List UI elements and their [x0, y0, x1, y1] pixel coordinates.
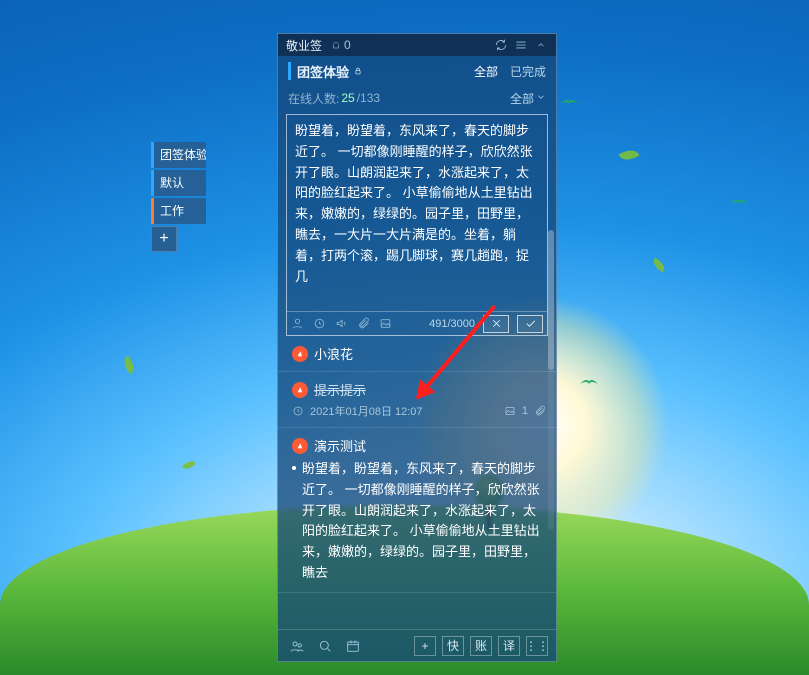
tab-label: 团签体验: [297, 62, 349, 81]
stats-row: 在线人数: 25 / 133 全部: [278, 86, 556, 110]
note-title: 演示测试: [314, 436, 366, 455]
chevron-down-icon: [536, 91, 546, 105]
note-editor: 盼望着，盼望着，东风来了，春天的脚步近了。 一切都像刚睡醒的样子，欣欣然张开了眼…: [286, 114, 548, 336]
attachment-icon[interactable]: [357, 317, 371, 331]
side-tab-team[interactable]: 团签体验: [151, 142, 206, 168]
note-time: 2021年01月08日 12:07: [310, 403, 423, 419]
scope-dropdown[interactable]: 全部: [510, 90, 546, 107]
content-scroll: 盼望着，盼望着，东风来了，春天的脚步近了。 一切都像刚睡醒的样子，欣欣然张开了眼…: [278, 110, 556, 629]
sync-icon[interactable]: [494, 38, 508, 52]
editor-toolbar: 491/3000: [287, 311, 547, 335]
translate-button[interactable]: 译: [498, 636, 520, 656]
footer-toolbar: + 快 账 译 ⋮⋮: [278, 629, 556, 661]
note-meta: 2021年01月08日 12:07 1: [292, 403, 546, 419]
online-label: 在线人数:: [288, 90, 339, 107]
bell-count: 0: [344, 38, 351, 52]
more-button[interactable]: ⋮⋮: [526, 636, 548, 656]
note-item[interactable]: 演示测试 盼望着，盼望着，东风来了，春天的脚步近了。 一切都像刚睡醒的样子，欣欣…: [278, 428, 556, 593]
tab-team-sign[interactable]: 团签体验: [288, 62, 363, 80]
tabs-row: 团签体验 全部 已完成: [278, 56, 556, 86]
bell-icon: [330, 39, 342, 51]
reminder-icon[interactable]: [313, 317, 327, 331]
leaf-icon: [619, 147, 640, 164]
note-body-text: 盼望着，盼望着，东风来了，春天的脚步近了。 一切都像刚睡醒的样子，欣欣然张开了眼…: [302, 461, 540, 580]
author-avatar: [292, 382, 308, 398]
total-count: 133: [360, 91, 380, 105]
note-title: 小浪花: [314, 344, 353, 363]
confirm-button[interactable]: [517, 315, 543, 333]
side-tab-work[interactable]: 工作: [151, 198, 206, 224]
bullet-dot: [292, 466, 296, 470]
lock-icon: [353, 64, 363, 79]
vertical-scrollbar[interactable]: [548, 230, 554, 530]
calendar-icon[interactable]: [342, 635, 364, 657]
leaf-icon: [651, 258, 667, 273]
account-button[interactable]: 账: [470, 636, 492, 656]
titlebar: 敬业签 0: [278, 34, 556, 56]
leaf-icon: [121, 356, 138, 374]
leaf-icon: [182, 458, 196, 471]
side-tab-add[interactable]: +: [151, 226, 177, 252]
audio-icon[interactable]: [335, 317, 349, 331]
scrollbar-thumb[interactable]: [548, 230, 554, 370]
filter-done[interactable]: 已完成: [510, 63, 546, 80]
search-icon[interactable]: [314, 635, 336, 657]
author-avatar: [292, 346, 308, 362]
notification-bell[interactable]: 0: [330, 38, 351, 52]
note-textarea[interactable]: 盼望着，盼望着，东风来了，春天的脚步近了。 一切都像刚睡醒的样子，欣欣然张开了眼…: [287, 115, 547, 311]
online-count: 25: [341, 91, 354, 105]
scope-label: 全部: [510, 90, 534, 107]
quick-button[interactable]: 快: [442, 636, 464, 656]
side-tab-default[interactable]: 默认: [151, 170, 206, 196]
author-avatar: [292, 438, 308, 454]
image-icon: [504, 405, 516, 417]
image-icon[interactable]: [379, 317, 393, 331]
note-body: 盼望着，盼望着，东风来了，春天的脚步近了。 一切都像刚睡醒的样子，欣欣然张开了眼…: [292, 459, 546, 584]
note-title: 提示提示: [314, 380, 366, 399]
clock-icon: [292, 405, 304, 417]
assign-user-icon[interactable]: [291, 317, 305, 331]
members-icon[interactable]: [286, 635, 308, 657]
app-name: 敬业签: [286, 37, 322, 54]
attachment-icon: [534, 405, 546, 417]
bird-icon: [560, 100, 578, 108]
image-count: 1: [522, 405, 528, 417]
new-note-button[interactable]: +: [414, 636, 436, 656]
bird-icon: [730, 200, 748, 208]
category-sidebar: 团签体验 默认 工作 +: [151, 142, 206, 252]
char-counter: 491/3000: [429, 318, 475, 330]
filter-all[interactable]: 全部: [474, 63, 498, 80]
bird-icon: [580, 380, 598, 388]
app-window: 敬业签 0 团签体验 全部 已完成 在线人数: 25 / 133 全部: [277, 33, 557, 662]
note-item[interactable]: 小浪花: [278, 336, 556, 372]
collapse-icon[interactable]: [534, 38, 548, 52]
menu-icon[interactable]: [514, 38, 528, 52]
